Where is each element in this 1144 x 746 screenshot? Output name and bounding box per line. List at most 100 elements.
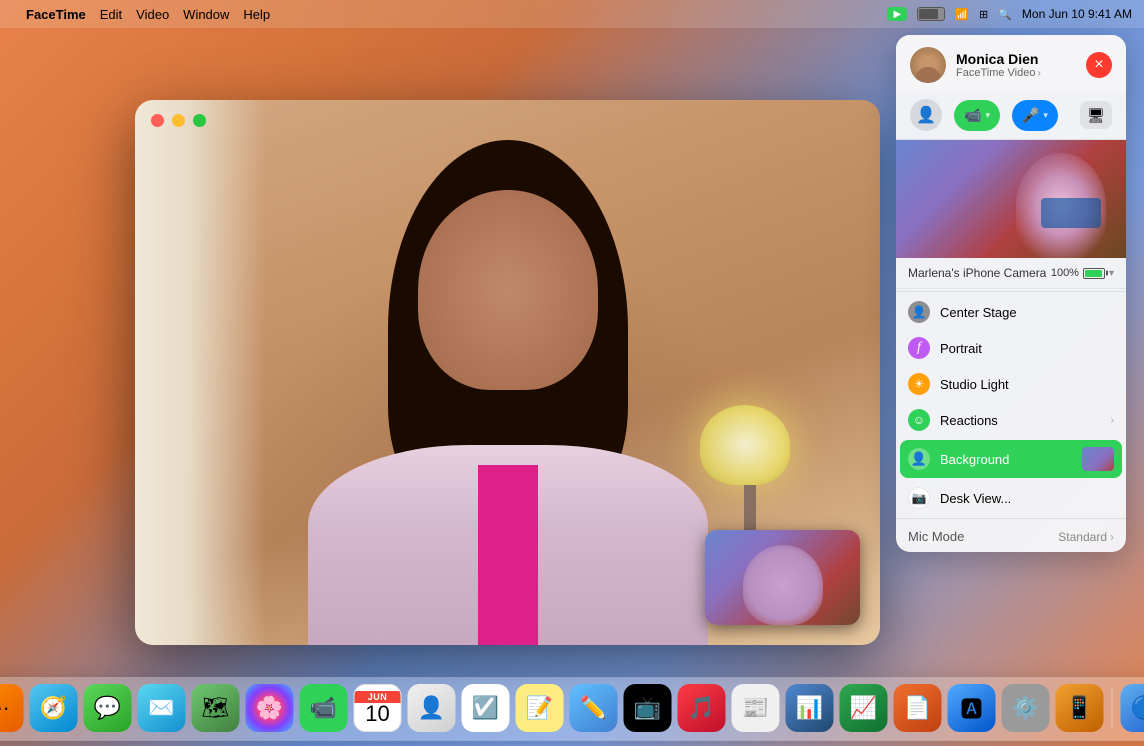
mic-icon: 🎤	[1022, 107, 1039, 124]
person-icon-button[interactable]: 👤	[910, 99, 942, 131]
menubar-right: ▶ 📶 ⊞ 🔍 Mon Jun 10 9:41 AM	[887, 7, 1132, 21]
contacts-icon: 👤	[418, 695, 445, 721]
preview-shirt	[1041, 198, 1101, 228]
menu-window[interactable]: Window	[183, 7, 229, 22]
camera-row[interactable]: Marlena's iPhone Camera 100% ▾	[896, 258, 1126, 289]
dock-item-launchpad[interactable]: ⋯	[0, 684, 24, 732]
reactions-chevron-icon: ›	[1111, 415, 1114, 426]
portrait-icon: f	[908, 337, 930, 359]
caller-subtitle[interactable]: FaceTime Video ›	[956, 67, 1076, 79]
dock-item-appstore[interactable]: 🅰	[948, 684, 996, 732]
camera-label: Marlena's iPhone Camera	[908, 266, 1051, 280]
close-panel-button[interactable]	[1086, 52, 1112, 78]
background-label: Background	[940, 452, 1072, 467]
battery-menubar	[917, 7, 945, 21]
photos-icon: 🌸	[256, 695, 283, 721]
dock-item-maps[interactable]: 🗺	[192, 684, 240, 732]
dock-item-numbers[interactable]: 📈	[840, 684, 888, 732]
app-name[interactable]: FaceTime	[26, 7, 86, 22]
facetime-window	[135, 100, 880, 645]
search-icon[interactable]: 🔍	[998, 8, 1012, 21]
dock-item-tv[interactable]: 📺	[624, 684, 672, 732]
menubar-clock: Mon Jun 10 9:41 AM	[1022, 7, 1132, 21]
mic-button[interactable]: 🎤 ▾	[1012, 100, 1058, 131]
dock-item-contacts[interactable]: 👤	[408, 684, 456, 732]
messages-icon: 💬	[94, 695, 121, 721]
shirt-accent	[478, 465, 538, 645]
caller-avatar	[910, 47, 946, 83]
dock-item-settings[interactable]: ⚙️	[1002, 684, 1050, 732]
screen-share-icon: 🖥	[1087, 107, 1105, 124]
dock-item-notes[interactable]: 📝	[516, 684, 564, 732]
studio-light-icon: ☀	[908, 373, 930, 395]
tv-icon: 📺	[634, 695, 661, 721]
close-button[interactable]	[151, 114, 164, 127]
video-preview	[896, 140, 1126, 258]
menu-item-reactions[interactable]: ☺ Reactions ›	[896, 402, 1126, 438]
traffic-lights	[151, 114, 206, 127]
notes-icon: 📝	[526, 695, 553, 721]
background-thumbnail	[1082, 447, 1114, 471]
battery-bar	[1083, 268, 1105, 279]
maximize-button[interactable]	[193, 114, 206, 127]
caller-subtitle-text: FaceTime Video	[956, 67, 1035, 79]
menu-item-portrait[interactable]: f Portrait	[896, 330, 1126, 366]
news-icon: 📰	[742, 695, 769, 721]
dock-item-reminders[interactable]: ☑️	[462, 684, 510, 732]
background-icon: 👤	[908, 448, 930, 470]
self-view-tile[interactable]	[705, 530, 860, 625]
self-view-person-silhouette	[743, 545, 823, 625]
control-buttons-row: 👤 📹 ▾ 🎤 ▾ 🖥	[896, 93, 1126, 140]
mic-mode-row[interactable]: Mic Mode Standard ›	[896, 521, 1126, 552]
menu-item-background[interactable]: 👤 Background	[900, 440, 1122, 478]
menu-video[interactable]: Video	[136, 7, 169, 22]
pages-icon: 📄	[904, 695, 931, 721]
dock-item-safari[interactable]: 🧭	[30, 684, 78, 732]
caller-info: Monica Dien FaceTime Video ›	[896, 35, 1126, 93]
dock-item-keynote[interactable]: 📊	[786, 684, 834, 732]
dock-item-music[interactable]: 🎵	[678, 684, 726, 732]
dock-item-facetime[interactable]: 📹	[300, 684, 348, 732]
menu-item-studio-light[interactable]: ☀ Studio Light	[896, 366, 1126, 402]
dock-item-privacy[interactable]: 🔵	[1121, 684, 1144, 732]
settings-icon: ⚙️	[1012, 695, 1039, 721]
center-stage-icon: 👤	[908, 301, 930, 323]
mic-mode-chevron-icon: ›	[1110, 530, 1114, 544]
numbers-icon: 📈	[850, 695, 877, 721]
caller-name: Monica Dien	[956, 51, 1076, 68]
dock-item-iphone-mirroring[interactable]: 📱	[1056, 684, 1104, 732]
dock-item-messages[interactable]: 💬	[84, 684, 132, 732]
person-icon: 👤	[916, 105, 936, 125]
dock-item-photos[interactable]: 🌸	[246, 684, 294, 732]
menu-edit[interactable]: Edit	[100, 7, 122, 22]
safari-icon: 🧭	[40, 695, 67, 721]
menu-item-desk-view[interactable]: 📷 Desk View...	[896, 480, 1126, 516]
menu-help[interactable]: Help	[243, 7, 270, 22]
video-button[interactable]: 📹 ▾	[954, 100, 1000, 131]
control-center-icon[interactable]: ⊞	[979, 8, 988, 21]
keynote-icon: 📊	[796, 695, 823, 721]
mic-caret-icon: ▾	[1043, 110, 1048, 121]
menu-item-center-stage[interactable]: 👤 Center Stage	[896, 294, 1126, 330]
battery-indicator: 100%	[1051, 267, 1105, 279]
minimize-button[interactable]	[172, 114, 185, 127]
wifi-icon: 📶	[955, 8, 969, 21]
mic-mode-label: Mic Mode	[908, 529, 1058, 544]
screen-share-button[interactable]: 🖥	[1080, 101, 1112, 129]
center-stage-label: Center Stage	[940, 305, 1114, 320]
dock-item-calendar[interactable]: JUN 10	[354, 684, 402, 732]
studio-light-label: Studio Light	[940, 377, 1114, 392]
dock-item-pages[interactable]: 📄	[894, 684, 942, 732]
menubar-left: FaceTime Edit Video Window Help	[12, 7, 270, 22]
reactions-icon: ☺	[908, 409, 930, 431]
divider-2	[896, 518, 1126, 519]
mic-mode-value: Standard ›	[1058, 530, 1114, 544]
desk-view-label: Desk View...	[940, 491, 1114, 506]
person-face-skin	[418, 190, 598, 390]
dock-item-news[interactable]: 📰	[732, 684, 780, 732]
camera-chevron-icon: ▾	[1109, 268, 1114, 279]
dock-separator	[1112, 688, 1113, 728]
dock-item-mail[interactable]: ✉️	[138, 684, 186, 732]
dock-item-freeform[interactable]: ✏️	[570, 684, 618, 732]
mic-mode-text: Standard	[1058, 530, 1107, 544]
